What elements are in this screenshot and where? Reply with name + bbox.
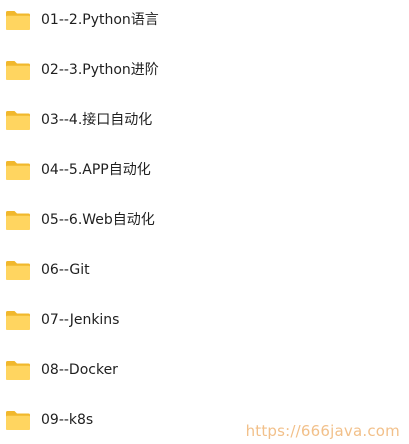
folder-name: 05--6.Web自动化 bbox=[41, 212, 155, 228]
folder-name: 06--Git bbox=[41, 262, 90, 278]
folder-name: 01--2.Python语言 bbox=[41, 12, 159, 28]
folder-icon bbox=[6, 61, 30, 80]
folder-icon bbox=[6, 211, 30, 230]
folder-icon bbox=[6, 111, 30, 130]
folder-name: 08--Docker bbox=[41, 362, 118, 378]
folder-name: 03--4.接口自动化 bbox=[41, 112, 153, 128]
folder-icon bbox=[6, 261, 30, 280]
folder-icon bbox=[6, 311, 30, 330]
folder-icon bbox=[6, 361, 30, 380]
folder-item-01[interactable]: 01--2.Python语言 bbox=[0, 5, 260, 35]
folder-item-09[interactable]: 09--k8s bbox=[0, 405, 260, 435]
folder-item-06[interactable]: 06--Git bbox=[0, 255, 260, 285]
folder-item-03[interactable]: 03--4.接口自动化 bbox=[0, 105, 260, 135]
folder-icon bbox=[6, 11, 30, 30]
folder-icon bbox=[6, 161, 30, 180]
folder-name: 04--5.APP自动化 bbox=[41, 162, 151, 178]
folder-item-02[interactable]: 02--3.Python进阶 bbox=[0, 55, 260, 85]
folder-item-07[interactable]: 07--Jenkins bbox=[0, 305, 260, 335]
folder-name: 02--3.Python进阶 bbox=[41, 62, 159, 78]
folder-item-05[interactable]: 05--6.Web自动化 bbox=[0, 205, 260, 235]
folder-name: 09--k8s bbox=[41, 412, 94, 428]
folder-icon bbox=[6, 411, 30, 430]
folder-item-04[interactable]: 04--5.APP自动化 bbox=[0, 155, 260, 185]
folder-item-08[interactable]: 08--Docker bbox=[0, 355, 260, 385]
watermark-text: https://666java.com bbox=[245, 422, 400, 440]
folder-name: 07--Jenkins bbox=[41, 312, 120, 328]
